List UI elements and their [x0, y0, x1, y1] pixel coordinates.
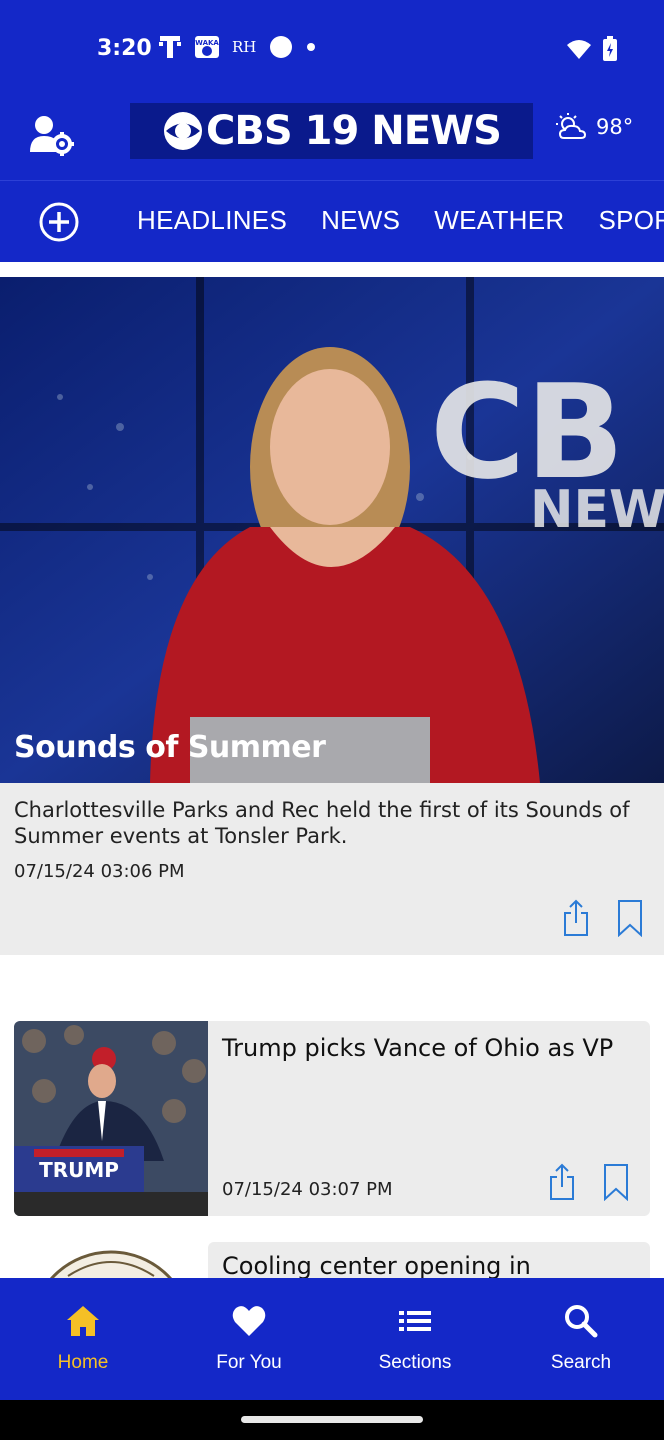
weather-widget[interactable]: 98° [554, 112, 633, 142]
heart-icon [232, 1306, 266, 1336]
story-title[interactable]: Trump picks Vance of Ohio as VP [222, 1033, 642, 1063]
story-card[interactable]: Cooling center opening in [14, 1242, 650, 1278]
wifi-icon [567, 40, 591, 59]
app-header: CBS 19 NEWS 98° [0, 100, 664, 180]
bottom-nav: Home For You Sections Search [0, 1278, 664, 1400]
home-icon [67, 1306, 99, 1336]
bookmark-icon[interactable] [602, 1163, 630, 1201]
partly-sunny-icon [556, 113, 587, 139]
rh-icon: RH [232, 38, 257, 56]
hero-description: Charlottesville Parks and Rec held the f… [14, 798, 630, 848]
cbs-eye-icon [164, 112, 203, 150]
tab-sports[interactable]: SPORTS [598, 205, 664, 236]
svg-text:WAKA: WAKA [195, 39, 219, 47]
nav-for-you[interactable]: For You [166, 1278, 332, 1400]
tab-news[interactable]: NEWS [321, 205, 400, 236]
nav-search[interactable]: Search [498, 1278, 664, 1400]
nav-sections[interactable]: Sections [332, 1278, 498, 1400]
system-nav-bar [0, 1400, 664, 1440]
svg-text:TRUMP: TRUMP [39, 1158, 119, 1182]
nav-label: Home [57, 1352, 109, 1373]
nav-label: Search [550, 1352, 612, 1373]
status-time: 3:20 [97, 36, 152, 61]
waka-icon: WAKA [195, 36, 219, 58]
battery-charging-icon [603, 36, 617, 61]
nav-home[interactable]: Home [0, 1278, 166, 1400]
status-icons-right [566, 36, 618, 62]
svg-text:NEW: NEW [530, 480, 664, 540]
nav-label: Sections [378, 1352, 452, 1373]
add-section-icon[interactable] [38, 201, 80, 243]
hero-card[interactable]: Charlottesville Parks and Rec held the f… [0, 783, 664, 955]
hero-title[interactable]: Sounds of Summer [14, 730, 326, 765]
list-icon [399, 1311, 431, 1331]
story-thumbnail: TRUMP [14, 1021, 208, 1216]
search-icon [565, 1305, 598, 1338]
tab-list: HEADLINES NEWS WEATHER SPORTS [137, 205, 664, 236]
hero-photo: CB NEW [0, 277, 664, 783]
tab-headlines[interactable]: HEADLINES [137, 205, 287, 236]
story-card[interactable]: TRUMP Trump picks Vance of Ohio as VP 07… [14, 1021, 650, 1216]
story-title[interactable]: Cooling center opening in [222, 1252, 531, 1278]
story-date: 07/15/24 03:07 PM [222, 1179, 393, 1200]
tab-weather[interactable]: WEATHER [434, 205, 564, 236]
cbs19-logo[interactable]: CBS 19 NEWS [130, 103, 533, 159]
status-bar: 3:20 WAKA RH [0, 0, 664, 100]
bookmark-icon[interactable] [616, 899, 644, 937]
t-mobile-icon [159, 36, 181, 58]
share-icon[interactable] [562, 899, 590, 937]
weather-temp: 98° [596, 115, 634, 139]
story-thumbnail [14, 1242, 208, 1278]
dot-icon [307, 43, 316, 51]
hero-date: 07/15/24 03:06 PM [14, 861, 185, 882]
section-tabs: HEADLINES NEWS WEATHER SPORTS [0, 180, 664, 262]
profile-settings-icon[interactable] [28, 114, 74, 156]
logo-text: CBS 19 NEWS [206, 108, 502, 154]
hero-image[interactable]: CB NEW [0, 277, 664, 783]
status-icons-left: WAKA RH [158, 34, 316, 60]
nav-label: For You [216, 1352, 282, 1373]
share-icon[interactable] [548, 1163, 576, 1201]
home-gesture-pill[interactable] [241, 1416, 423, 1423]
circle-icon [270, 36, 293, 58]
